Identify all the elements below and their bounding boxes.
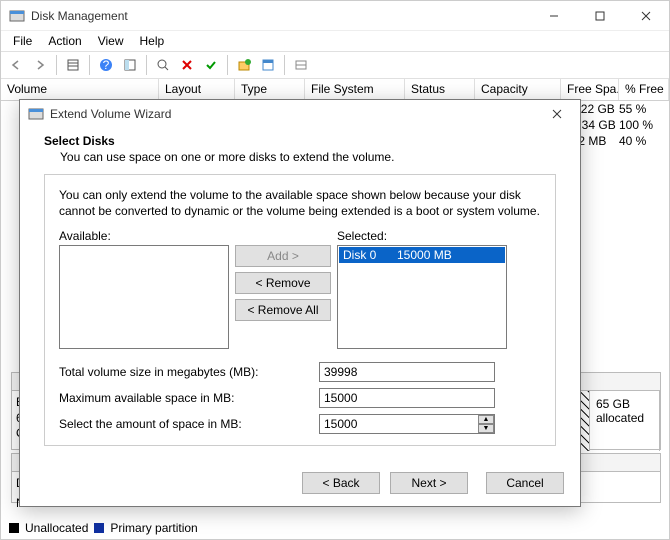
menu-help[interactable]: Help [132, 32, 173, 50]
col-type[interactable]: Type [235, 79, 305, 100]
dialog-explanation: You can only extend the volume to the av… [59, 187, 541, 219]
col-pct[interactable]: % Free [619, 79, 669, 100]
select-amount-input[interactable] [319, 414, 495, 434]
menu-view[interactable]: View [90, 32, 132, 50]
menu-action[interactable]: Action [40, 32, 89, 50]
spin-down-button[interactable]: ▼ [478, 424, 494, 433]
col-status[interactable]: Status [405, 79, 475, 100]
col-layout[interactable]: Layout [159, 79, 235, 100]
view-list-icon[interactable] [62, 54, 84, 76]
app-icon [9, 8, 25, 24]
dialog-heading: Select Disks [44, 134, 556, 148]
back-icon[interactable] [5, 54, 27, 76]
total-size-field [319, 362, 495, 382]
select-amount-label: Select the amount of space in MB: [59, 417, 319, 431]
svg-text:?: ? [103, 58, 110, 72]
next-button[interactable]: Next > [390, 472, 468, 494]
cancel-button[interactable]: Cancel [486, 472, 564, 494]
window-title: Disk Management [31, 9, 531, 23]
swatch-primary [94, 523, 104, 533]
spin-up-button[interactable]: ▲ [478, 415, 494, 424]
wizard-dialog: Extend Volume Wizard Select Disks You ca… [19, 99, 581, 507]
panel-icon[interactable] [119, 54, 141, 76]
selected-listbox[interactable]: Disk 0 15000 MB [337, 245, 507, 349]
new-volume-icon[interactable] [233, 54, 255, 76]
dialog-close-button[interactable] [542, 102, 572, 126]
help-icon[interactable]: ? [95, 54, 117, 76]
remove-button[interactable]: < Remove [235, 272, 331, 294]
minimize-button[interactable] [531, 1, 577, 31]
titlebar: Disk Management [1, 1, 669, 31]
available-listbox[interactable] [59, 245, 229, 349]
close-button[interactable] [623, 1, 669, 31]
col-volume[interactable]: Volume [1, 79, 159, 100]
delete-icon[interactable] [176, 54, 198, 76]
total-size-label: Total volume size in megabytes (MB): [59, 365, 319, 379]
back-button[interactable]: < Back [302, 472, 380, 494]
selected-item[interactable]: Disk 0 15000 MB [339, 247, 505, 263]
col-fs[interactable]: File System [305, 79, 405, 100]
menubar: File Action View Help [1, 31, 669, 51]
add-button[interactable]: Add > [235, 245, 331, 267]
col-free[interactable]: Free Spa... [561, 79, 619, 100]
max-space-label: Maximum available space in MB: [59, 391, 319, 405]
dialog-subtitle: You can use space on one or more disks t… [44, 150, 556, 164]
max-space-field [319, 388, 495, 408]
menu-file[interactable]: File [5, 32, 40, 50]
col-capacity[interactable]: Capacity [475, 79, 561, 100]
list-layout-icon[interactable] [290, 54, 312, 76]
toolbar: ? [1, 51, 669, 79]
maximize-button[interactable] [577, 1, 623, 31]
remove-all-button[interactable]: < Remove All [235, 299, 331, 321]
selected-label: Selected: [337, 229, 507, 243]
dialog-icon [28, 106, 44, 122]
legend: Unallocated Primary partition [9, 521, 198, 535]
properties-icon[interactable] [257, 54, 279, 76]
dialog-title: Extend Volume Wizard [50, 107, 542, 121]
swatch-unallocated [9, 523, 19, 533]
check-icon[interactable] [200, 54, 222, 76]
available-label: Available: [59, 229, 229, 243]
column-headers: Volume Layout Type File System Status Ca… [1, 79, 669, 101]
search-icon[interactable] [152, 54, 174, 76]
forward-icon[interactable] [29, 54, 51, 76]
